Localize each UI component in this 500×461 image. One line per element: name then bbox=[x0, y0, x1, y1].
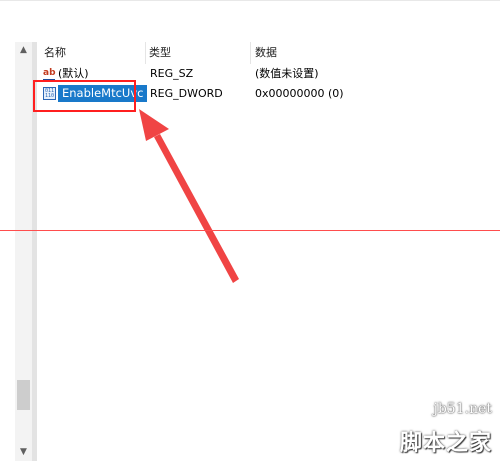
watermark: jb51.net 脚本之家 bbox=[364, 387, 494, 457]
red-guide-line bbox=[0, 230, 500, 231]
watermark-url: jb51.net bbox=[433, 401, 493, 417]
watermark-logo-text: 脚本之家 bbox=[399, 431, 492, 456]
